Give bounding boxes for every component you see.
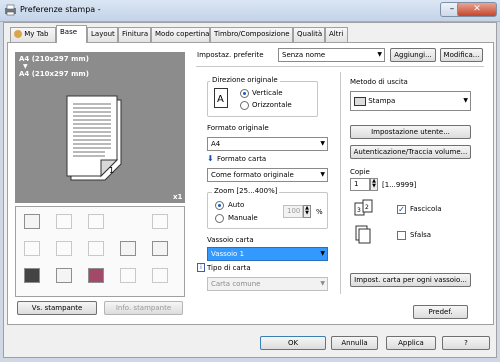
chevron-down-icon: ▼ [320, 140, 325, 147]
tab-finitura[interactable]: Finitura [118, 27, 151, 42]
tab-my-tab[interactable]: My Tab [10, 27, 56, 42]
offset-label: Sfalsa [410, 231, 432, 239]
edit-favorite-button[interactable]: Modifica... [440, 48, 483, 62]
preview-page-icon: 1 [66, 95, 122, 181]
copies-label: Copie [350, 168, 370, 176]
copies-spinner[interactable]: ▲ ▼ [370, 178, 378, 191]
zoom-manual-label: Manuale [228, 214, 258, 222]
collate-checkbox[interactable]: ✓ [397, 205, 406, 214]
collate-icon: 32 [354, 199, 373, 216]
chevron-down-icon: ▼ [320, 280, 325, 287]
chevron-down-icon: ▼ [377, 51, 382, 58]
preview-paper-output: A4 (210x297 mm) [19, 70, 89, 78]
tab-qualita[interactable]: Qualità [293, 27, 325, 42]
tab-layout[interactable]: Layout [87, 27, 118, 42]
paper-tray-label: Vassoio carta [207, 236, 254, 244]
zoom-value-input[interactable]: 100 [283, 205, 303, 218]
cancel-button[interactable]: Annulla [331, 336, 378, 350]
original-size-select[interactable]: A4 ▼ [207, 137, 328, 151]
tab-altri[interactable]: Altri [325, 27, 348, 42]
fold-icon[interactable] [152, 214, 168, 229]
paper-size-select[interactable]: Come formato originale ▼ [207, 168, 328, 182]
zoom-auto-label: Auto [228, 201, 245, 209]
favorites-label: Impostaz. preferite [197, 51, 264, 59]
copies-range: [1...9999] [382, 181, 417, 189]
copies-badge: x1 [173, 193, 183, 201]
printer-icon [354, 96, 366, 106]
tab-base[interactable]: Base [56, 25, 87, 43]
box-save-icon[interactable] [152, 268, 168, 283]
original-size-label: Formato originale [207, 124, 269, 132]
zoom-label: Zoom [25...400%] [212, 187, 280, 195]
column-divider [340, 72, 341, 294]
copies-input[interactable]: 1 [350, 178, 370, 191]
output-tray-icon[interactable] [24, 214, 40, 229]
landscape-radio[interactable] [240, 101, 249, 110]
tab-timbro-composizione[interactable]: Timbro/Composizione [210, 27, 293, 42]
punch-icon[interactable] [88, 214, 104, 229]
zoom-spinner[interactable]: ▲ ▼ [303, 205, 311, 218]
collate-label: Fascicola [410, 205, 442, 213]
portrait-label: Verticale [252, 89, 283, 97]
default-button[interactable]: Predef. [413, 305, 468, 319]
preview-arrow-icon: ▼ [23, 63, 28, 70]
apply-button[interactable]: Applica [386, 336, 436, 350]
quality-icon[interactable] [24, 268, 40, 283]
offset-icon [355, 225, 371, 244]
account-track-icon[interactable] [88, 268, 104, 283]
tab-modo-copertina[interactable]: Modo copertina [151, 27, 210, 42]
preview-paper-original: A4 (210x297 mm) [19, 55, 89, 63]
landscape-label: Orizzontale [252, 101, 292, 109]
divider [196, 66, 484, 67]
chevron-down-icon: ▼ [320, 171, 325, 178]
paper-type-select[interactable]: Carta comune ▼ [207, 277, 328, 291]
svg-text:A: A [217, 94, 224, 105]
booklet-icon[interactable] [56, 241, 72, 256]
staple-icon[interactable] [56, 214, 72, 229]
svg-text:3: 3 [357, 207, 361, 214]
printer-app-icon [5, 4, 16, 16]
tray-paper-settings-button[interactable]: Impost. carta per ogni vassoio... [350, 273, 471, 287]
combine-icon[interactable] [88, 241, 104, 256]
duplex-icon[interactable] [24, 241, 40, 256]
user-auth-icon[interactable] [56, 268, 72, 283]
help-button[interactable]: ? [442, 336, 490, 350]
my-tab-icon [14, 30, 22, 38]
printer-view-button[interactable]: Vs. stampante [17, 301, 97, 315]
favorites-select[interactable]: Senza nome ▼ [278, 48, 385, 62]
svg-text:2: 2 [365, 204, 369, 211]
zoom-unit: % [316, 208, 323, 216]
close-button[interactable]: ✕ [457, 2, 497, 17]
paper-type-label: Tipo di carta [207, 264, 251, 272]
auth-account-track-button[interactable]: Autenticazione/Traccia volume... [350, 145, 471, 159]
user-settings-button[interactable]: Impostazione utente... [350, 125, 471, 139]
offset-checkbox[interactable] [397, 231, 406, 240]
info-icon: i [197, 263, 205, 272]
output-method-select[interactable]: Stampa ▼ [350, 91, 471, 111]
portrait-page-icon: A [214, 88, 228, 108]
add-favorite-button[interactable]: Aggiungi... [390, 48, 436, 62]
portrait-radio[interactable] [240, 89, 249, 98]
ok-button[interactable]: OK [260, 336, 326, 350]
zoom-manual-radio[interactable] [215, 214, 224, 223]
stamp-icon[interactable] [152, 241, 168, 256]
arrow-down-icon: ⬇ [207, 154, 214, 163]
orientation-label: Direzione originale [210, 76, 280, 84]
secure-print-icon[interactable] [120, 268, 136, 283]
print-preview: A4 (210x297 mm) ▼ A4 (210x297 mm) 1 x1 [15, 52, 185, 203]
paper-size-label: Formato carta [217, 155, 267, 163]
printer-info-button[interactable]: Info. stampante [104, 301, 183, 315]
zoom-auto-radio[interactable] [215, 201, 224, 210]
output-method-label: Metodo di uscita [350, 78, 408, 86]
chevron-down-icon: ▼ [463, 97, 468, 104]
cover-icon[interactable] [120, 241, 136, 256]
paper-tray-select[interactable]: Vassoio 1 ▼ [207, 247, 328, 261]
chevron-down-icon: ▼ [320, 250, 325, 257]
svg-text:1: 1 [109, 166, 114, 175]
window-title: Preferenze stampa - [20, 5, 101, 14]
